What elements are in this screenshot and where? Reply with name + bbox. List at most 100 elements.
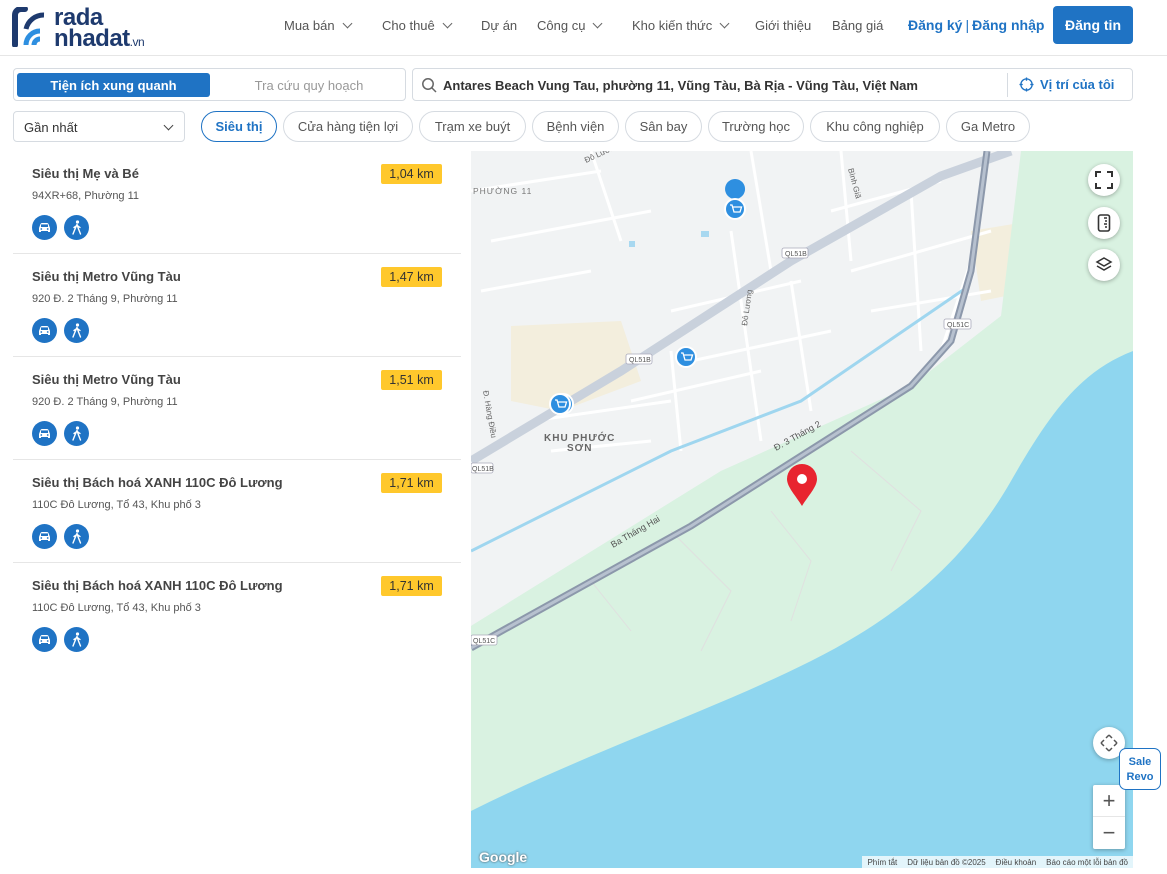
- result-address: 920 Đ. 2 Tháng 9, Phường 11: [32, 396, 178, 408]
- register-link[interactable]: Đăng ký: [908, 17, 962, 33]
- result-address: 94XR+68, Phường 11: [32, 190, 140, 202]
- mode-toggle: Tiện ích xung quanh Tra cứu quy hoạch: [13, 68, 406, 101]
- result-address: 920 Đ. 2 Tháng 9, Phường 11: [32, 293, 178, 305]
- chevron-down-icon: [442, 18, 453, 28]
- result-address: 110C Đô Lương, Tổ 43, Khu phố 3: [32, 602, 201, 614]
- car-icon[interactable]: [32, 627, 57, 652]
- layers-button[interactable]: [1088, 249, 1120, 281]
- zoom-in-button[interactable]: +: [1093, 785, 1125, 817]
- distance-badge: 1,71 km: [381, 473, 442, 493]
- label-khu-phuoc-son-2: SƠN: [567, 443, 592, 454]
- measure-button[interactable]: [1088, 207, 1120, 239]
- walk-icon[interactable]: [64, 421, 89, 446]
- chip-sieu-thi[interactable]: Siêu thị: [201, 111, 277, 142]
- chevron-down-icon: [163, 120, 174, 131]
- sale-revo-widget[interactable]: Sale Revo: [1119, 748, 1161, 790]
- nav-cho-thue[interactable]: Cho thuê: [382, 0, 453, 50]
- label-phuong-11: PHƯỜNG 11: [473, 186, 532, 196]
- car-icon[interactable]: [32, 421, 57, 446]
- ruler-icon: [1097, 214, 1111, 232]
- result-item[interactable]: Siêu thị Mẹ và Bé 94XR+68, Phường 11 1,0…: [13, 151, 461, 254]
- auth-separator: |: [965, 17, 970, 33]
- move-arrows-icon: [1100, 734, 1118, 752]
- result-item[interactable]: Siêu thị Metro Vũng Tàu 920 Đ. 2 Tháng 9…: [13, 254, 461, 357]
- walk-icon[interactable]: [64, 627, 89, 652]
- top-header: rada nhadat.vn Mua bán Cho thuê Dự án Cô…: [0, 0, 1167, 56]
- car-icon[interactable]: [32, 524, 57, 549]
- map-view[interactable]: PHƯỜNG 11 KHU PHƯỚC SƠN Đ. 3 Tháng 2 Ba …: [471, 151, 1133, 868]
- crosshair-icon: [1019, 77, 1034, 92]
- tab-planning-lookup[interactable]: Tra cứu quy hoạch: [224, 73, 394, 97]
- distance-badge: 1,47 km: [381, 267, 442, 287]
- chip-benh-vien[interactable]: Bệnh viện: [532, 111, 619, 142]
- zoom-control: + −: [1093, 785, 1125, 849]
- chip-tram-xe-buyt[interactable]: Trạm xe buýt: [419, 111, 526, 142]
- chip-truong-hoc[interactable]: Trường học: [708, 111, 804, 142]
- result-name: Siêu thị Metro Vũng Tàu: [32, 269, 181, 284]
- chevron-down-icon: [592, 18, 603, 28]
- walk-icon[interactable]: [64, 524, 89, 549]
- car-icon[interactable]: [32, 215, 57, 240]
- chevron-down-icon: [719, 18, 730, 28]
- results-list: Siêu thị Mẹ và Bé 94XR+68, Phường 11 1,0…: [13, 151, 461, 666]
- logo-mark-icon: [12, 7, 45, 47]
- result-name: Siêu thị Bách hoá XANH 110C Đô Lương: [32, 475, 283, 490]
- map-attribution: Phím tắt Dữ liệu bản đồ ©2025 Điều khoản…: [862, 856, 1133, 868]
- tab-nearby-amenities[interactable]: Tiện ích xung quanh: [17, 73, 210, 97]
- search-divider: [1007, 73, 1008, 97]
- nav-mua-ban[interactable]: Mua bán: [284, 0, 353, 50]
- site-logo[interactable]: rada nhadat.vn: [12, 6, 162, 51]
- car-icon[interactable]: [32, 318, 57, 343]
- google-logo: Google: [479, 849, 528, 865]
- fullscreen-icon: [1095, 171, 1113, 189]
- shopping-cart-marker-icon[interactable]: [675, 346, 697, 368]
- address-search-bar: Vị trí của tôi: [412, 68, 1133, 101]
- post-listing-button[interactable]: Đăng tin: [1053, 6, 1133, 44]
- shield-ql51b-3: QL51B: [471, 462, 494, 474]
- nav-cong-cu[interactable]: Công cụ: [537, 0, 603, 50]
- nav-bang-gia[interactable]: Bảng giá: [832, 0, 883, 50]
- svg-text:QL51C: QL51C: [473, 638, 495, 645]
- terms-link[interactable]: Điều khoản: [991, 858, 1041, 867]
- login-link[interactable]: Đăng nhập: [972, 17, 1044, 33]
- my-location-button[interactable]: Vị trí của tôi: [1019, 77, 1114, 92]
- zoom-out-button[interactable]: −: [1093, 817, 1125, 849]
- shopping-cart-marker-icon[interactable]: [549, 393, 571, 415]
- map-canvas: PHƯỜNG 11 KHU PHƯỚC SƠN Đ. 3 Tháng 2 Ba …: [471, 151, 1133, 868]
- result-address: 110C Đô Lương, Tổ 43, Khu phố 3: [32, 499, 201, 511]
- chip-san-bay[interactable]: Sân bay: [625, 111, 702, 142]
- result-name: Siêu thị Mẹ và Bé: [32, 166, 139, 181]
- nav-kho-kien-thuc[interactable]: Kho kiến thức: [632, 0, 730, 50]
- revo-label: Revo: [1126, 771, 1154, 783]
- chip-cua-hang-tien-loi[interactable]: Cửa hàng tiện lợi: [283, 111, 413, 142]
- result-name: Siêu thị Metro Vũng Tàu: [32, 372, 181, 387]
- fullscreen-button[interactable]: [1088, 164, 1120, 196]
- auth-links: Đăng ký | Đăng nhập: [908, 17, 1044, 33]
- chevron-down-icon: [342, 18, 353, 28]
- chip-ga-metro[interactable]: Ga Metro: [946, 111, 1030, 142]
- shield-ql51c-1: QL51C: [943, 318, 972, 330]
- svg-text:QL51B: QL51B: [785, 251, 807, 258]
- svg-text:QL51C: QL51C: [947, 322, 969, 329]
- shield-ql51b-1: QL51B: [781, 247, 809, 259]
- sort-selected-value: Gần nhất: [24, 120, 78, 135]
- walk-icon[interactable]: [64, 215, 89, 240]
- result-item[interactable]: Siêu thị Metro Vũng Tàu 920 Đ. 2 Tháng 9…: [13, 357, 461, 460]
- result-item[interactable]: Siêu thị Bách hoá XANH 110C Đô Lương 110…: [13, 460, 461, 563]
- keyboard-shortcuts-link[interactable]: Phím tắt: [862, 858, 902, 867]
- chip-khu-cong-nghiep[interactable]: Khu công nghiệp: [810, 111, 940, 142]
- search-icon: [422, 78, 437, 93]
- distance-badge: 1,04 km: [381, 164, 442, 184]
- logo-text-nhadat: nhadat.vn: [54, 25, 145, 52]
- nav-gioi-thieu[interactable]: Giới thiệu: [755, 0, 811, 50]
- distance-badge: 1,71 km: [381, 576, 442, 596]
- address-search-input[interactable]: [443, 75, 1003, 95]
- result-name: Siêu thị Bách hoá XANH 110C Đô Lương: [32, 578, 283, 593]
- walk-icon[interactable]: [64, 318, 89, 343]
- layers-icon: [1095, 257, 1113, 271]
- nav-du-an[interactable]: Dự án: [481, 0, 517, 50]
- result-item[interactable]: Siêu thị Bách hoá XANH 110C Đô Lương 110…: [13, 563, 461, 666]
- sale-label: Sale: [1128, 756, 1152, 768]
- sort-select[interactable]: Gần nhất: [13, 111, 185, 142]
- report-error-link[interactable]: Báo cáo một lỗi bản đồ: [1041, 858, 1133, 867]
